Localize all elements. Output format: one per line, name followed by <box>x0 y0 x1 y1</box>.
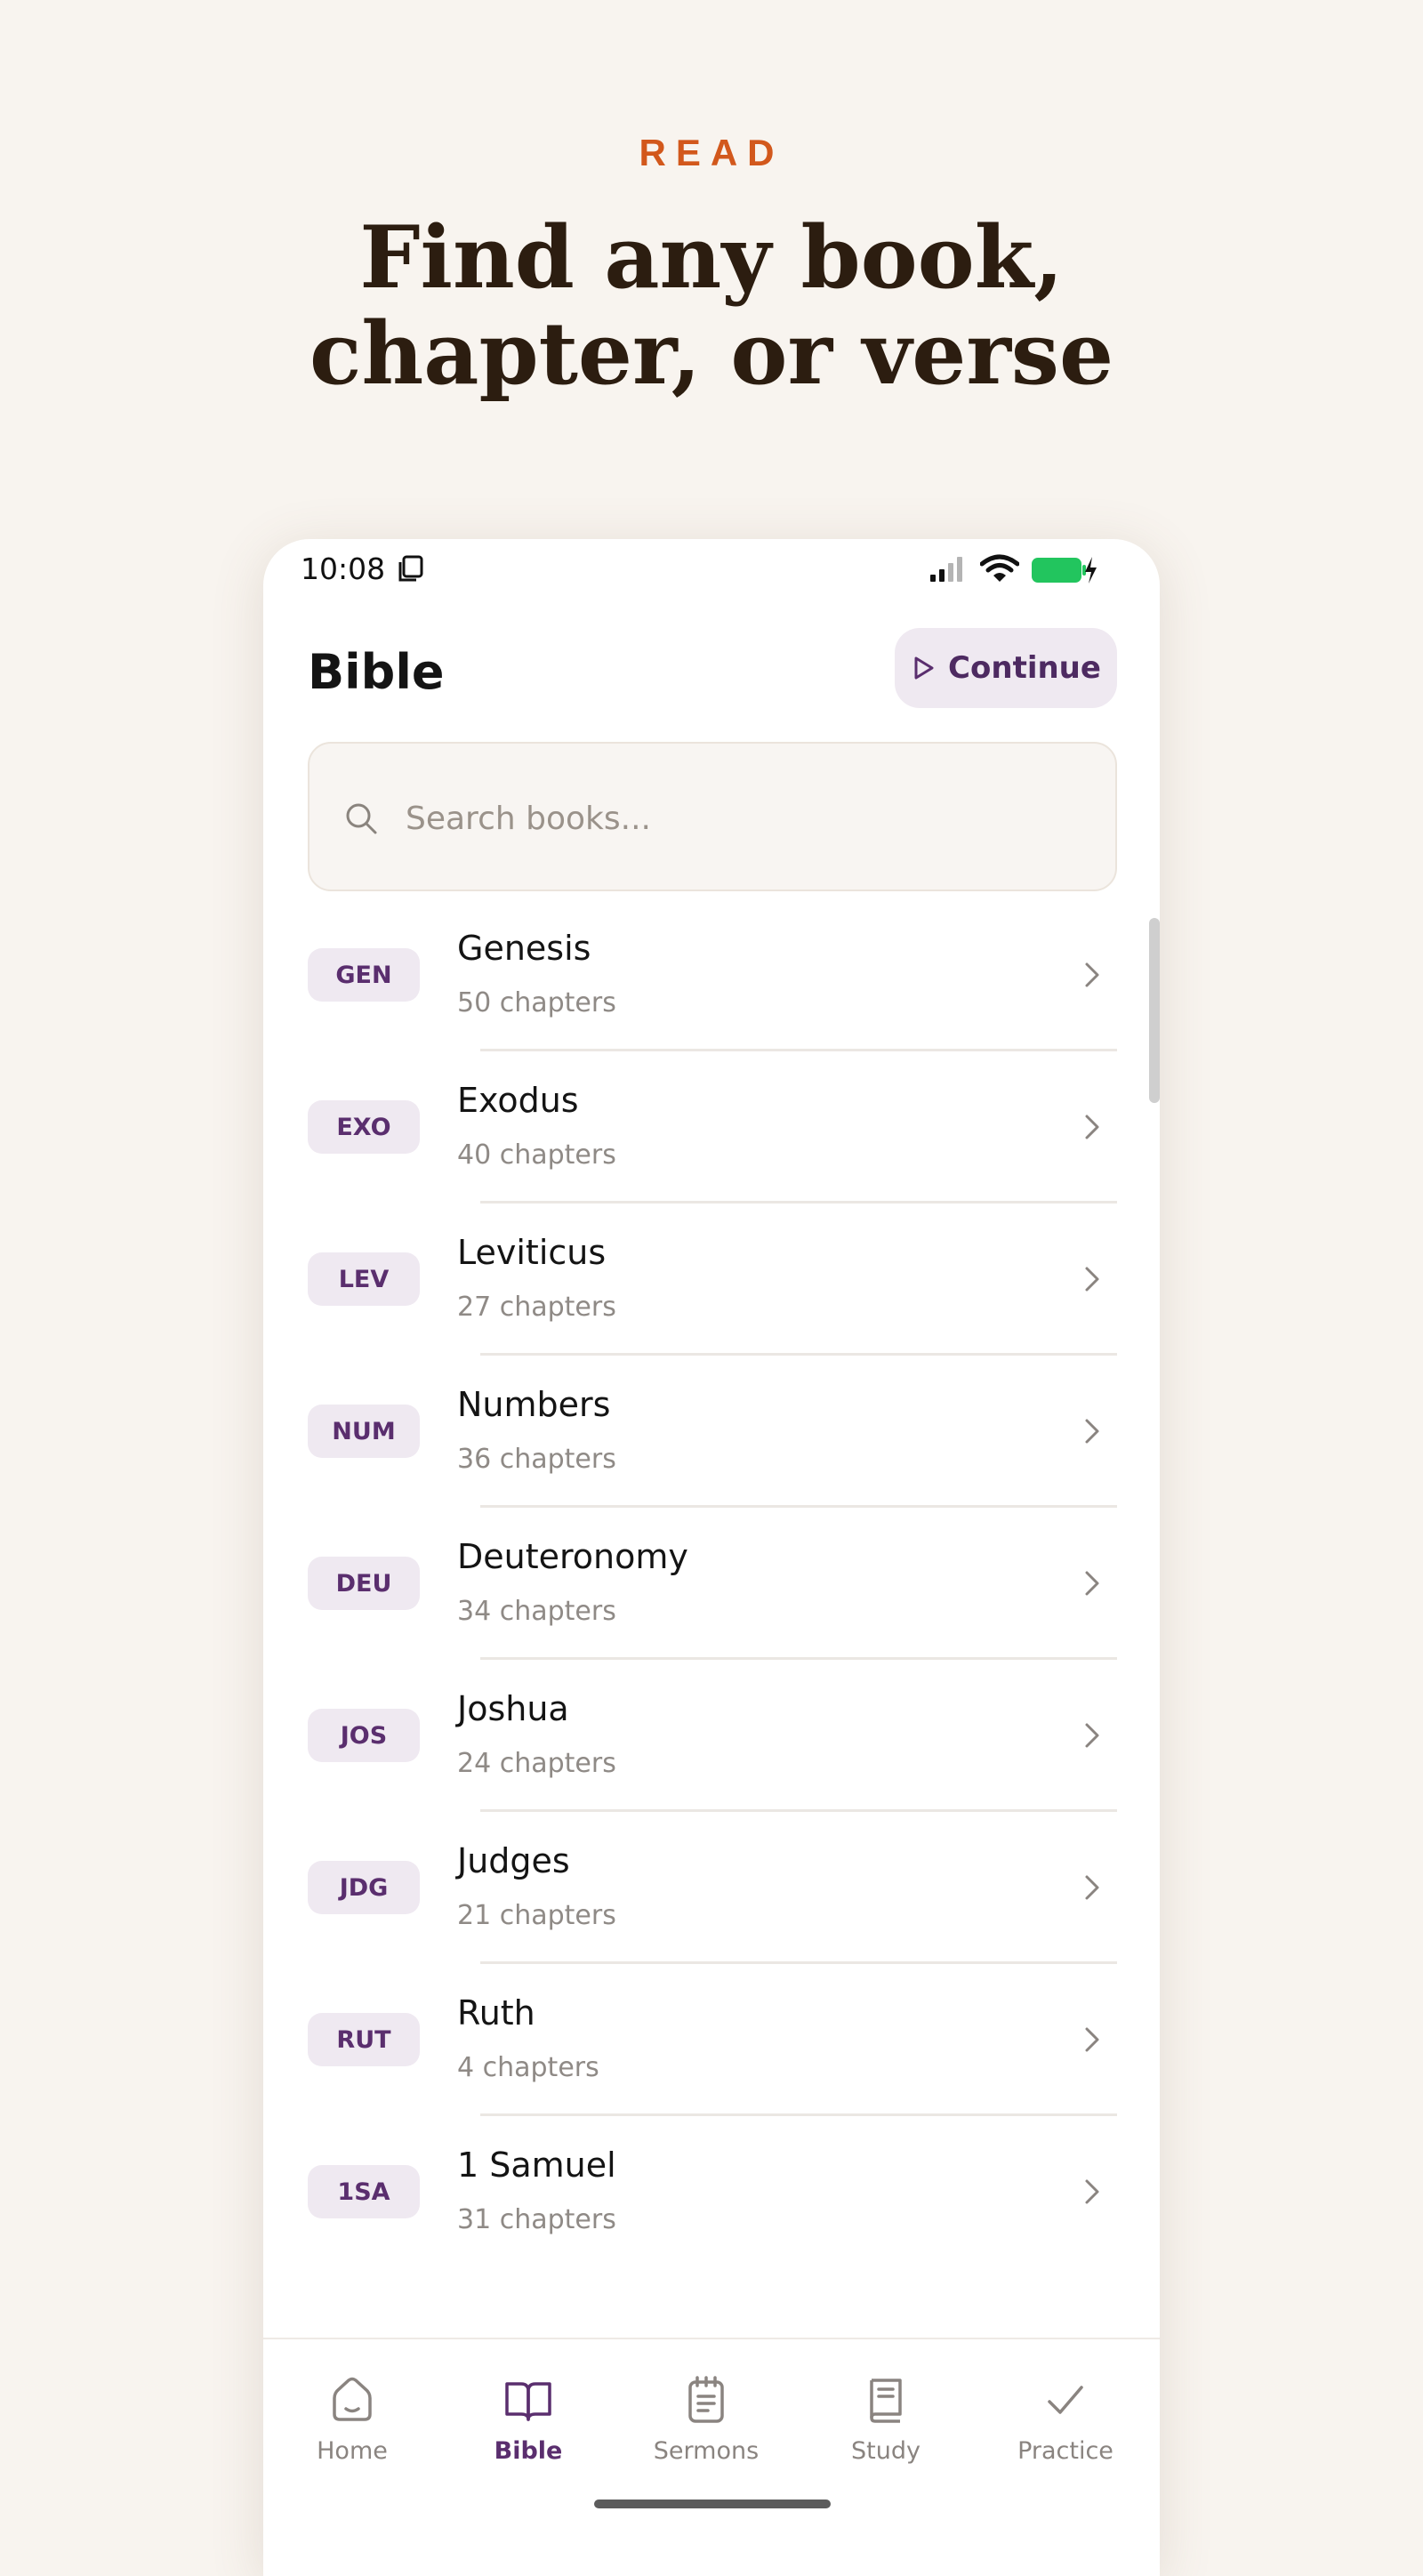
section-eyebrow: READ <box>639 132 784 173</box>
book-name: Numbers <box>457 1385 611 1424</box>
signal-icon <box>930 557 962 582</box>
status-bar: 10:08 <box>263 539 1160 596</box>
book-name: Leviticus <box>457 1233 607 1272</box>
book-chapter-count: 4 chapters <box>457 2052 599 2083</box>
book-chapter-count: 24 chapters <box>457 1748 616 1779</box>
book-chapter-count: 50 chapters <box>457 987 616 1018</box>
book-name: 1 Samuel <box>457 2145 616 2185</box>
book-row[interactable]: JOS Joshua 24 chapters <box>263 1659 1160 1812</box>
search-icon <box>346 803 377 834</box>
battery-charging-icon <box>1032 557 1097 584</box>
notepad-icon <box>688 2376 724 2423</box>
book-row[interactable]: JDG Judges 21 chapters <box>263 1811 1160 1964</box>
chevron-right-icon <box>1085 962 1099 987</box>
chevron-right-icon <box>1085 1267 1099 1292</box>
chevron-right-icon <box>1085 1115 1099 1139</box>
open-book-icon <box>505 2382 551 2421</box>
book-abbr-badge: 1SA <box>308 2165 420 2218</box>
book-abbr-badge: GEN <box>308 948 420 1002</box>
book-abbr-badge: JOS <box>308 1709 420 1762</box>
book-chapter-count: 40 chapters <box>457 1139 616 1171</box>
headline-line-1: Find any book, <box>359 207 1064 308</box>
nav-sermons[interactable]: Sermons <box>617 2373 795 2489</box>
nav-bible-label: Bible <box>494 2437 563 2465</box>
book-chapter-count: 31 chapters <box>457 2204 616 2235</box>
phone-screen: 10:08 Bible Continue Search books... GEN… <box>263 539 1160 2576</box>
book-name: Joshua <box>457 1689 569 1728</box>
book-abbr-badge: EXO <box>308 1100 420 1154</box>
bottom-nav: Home Bible Sermons Study Practice <box>263 2338 1160 2576</box>
book-chapter-count: 21 chapters <box>457 1900 616 1931</box>
nav-bible[interactable]: Bible <box>439 2373 617 2489</box>
chevron-right-icon <box>1085 1875 1099 1900</box>
home-icon <box>333 2377 372 2421</box>
nav-home-label: Home <box>317 2437 388 2465</box>
book-abbr-badge: RUT <box>308 2013 420 2066</box>
scrollbar-thumb[interactable] <box>1149 918 1160 1103</box>
chevron-right-icon <box>1085 2027 1099 2052</box>
book-abbr-badge: JDG <box>308 1861 420 1914</box>
book-chapter-count: 27 chapters <box>457 1292 616 1323</box>
book-name: Exodus <box>457 1081 579 1120</box>
book-name: Deuteronomy <box>457 1537 688 1576</box>
book-abbr-badge: DEU <box>308 1557 420 1610</box>
home-indicator[interactable] <box>594 2500 831 2508</box>
play-icon <box>914 656 934 680</box>
book-row[interactable]: EXO Exodus 40 chapters <box>263 1051 1160 1203</box>
chevron-right-icon <box>1085 1571 1099 1596</box>
status-time: 10:08 <box>301 551 386 586</box>
book-chapter-count: 36 chapters <box>457 1444 616 1475</box>
book-icon <box>870 2379 902 2423</box>
nav-home[interactable]: Home <box>263 2373 441 2489</box>
book-row[interactable]: GEN Genesis 50 chapters <box>263 898 1160 1051</box>
promo-headline: Find any book, chapter, or verse <box>0 210 1423 402</box>
book-chapter-count: 34 chapters <box>457 1596 616 1627</box>
wifi-icon <box>980 554 1019 582</box>
nav-practice[interactable]: Practice <box>977 2373 1154 2489</box>
book-row[interactable]: RUT Ruth 4 chapters <box>263 1963 1160 2116</box>
headline-line-2: chapter, or verse <box>309 303 1114 404</box>
continue-label: Continue <box>948 650 1101 686</box>
search-input[interactable] <box>406 793 1081 843</box>
book-name: Judges <box>457 1841 570 1880</box>
book-name: Genesis <box>457 929 591 968</box>
book-name: Ruth <box>457 1993 535 2033</box>
chevron-right-icon <box>1085 1419 1099 1444</box>
book-abbr-badge: LEV <box>308 1252 420 1306</box>
nav-study[interactable]: Study <box>797 2373 975 2489</box>
book-row[interactable]: LEV Leviticus 27 chapters <box>263 1203 1160 1356</box>
nav-practice-label: Practice <box>1017 2437 1113 2465</box>
page-title: Bible <box>308 644 445 700</box>
nav-sermons-label: Sermons <box>653 2437 760 2465</box>
book-row[interactable]: DEU Deuteronomy 34 chapters <box>263 1507 1160 1660</box>
check-icon <box>1048 2386 1083 2414</box>
nav-study-label: Study <box>851 2437 921 2465</box>
chevron-right-icon <box>1085 2179 1099 2204</box>
sim-card-icon <box>398 555 423 582</box>
chevron-right-icon <box>1085 1723 1099 1748</box>
book-row[interactable]: NUM Numbers 36 chapters <box>263 1355 1160 1508</box>
continue-button[interactable]: Continue <box>895 628 1117 708</box>
search-box[interactable] <box>308 742 1117 891</box>
book-row[interactable]: 1SA 1 Samuel 31 chapters <box>263 2115 1160 2267</box>
book-abbr-badge: NUM <box>308 1405 420 1458</box>
